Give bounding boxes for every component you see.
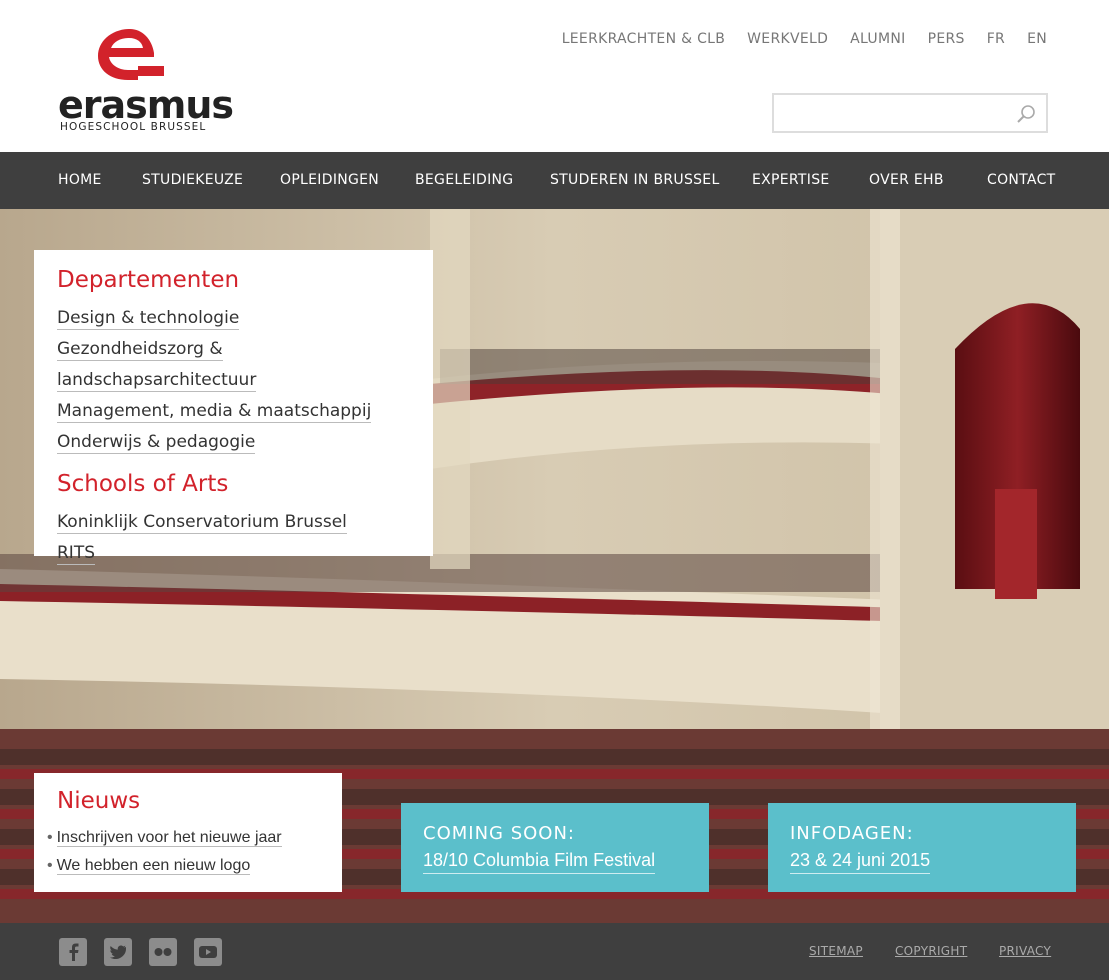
footer-link-privacy[interactable]: PRIVACY	[999, 944, 1051, 958]
news-list: • Inschrijven voor het nieuwe jaar • We he…	[47, 824, 319, 880]
logo-subtitle: HOGESCHOOL BRUSSEL	[60, 121, 207, 133]
flickr-icon[interactable]	[149, 938, 177, 966]
schools-list: Koninklijk Conservatorium Brussel RITS	[57, 507, 410, 569]
logo[interactable]: erasmus HOGESCHOOL BRUSSEL	[58, 26, 234, 134]
bullet-icon: •	[47, 857, 53, 874]
language-en-link[interactable]: EN	[1027, 31, 1047, 47]
nav-begeleiding[interactable]: BEGELEIDING	[415, 172, 513, 188]
topnav-werkveld[interactable]: WERKVELD	[747, 31, 828, 47]
list-item: Design & technologie	[57, 303, 410, 334]
school-link-rits[interactable]: RITS	[57, 543, 96, 565]
main-navigation: HOME STUDIEKEUZE OPLEIDINGEN BEGELEIDING…	[0, 152, 1109, 209]
nav-studiekeuze[interactable]: STUDIEKEUZE	[142, 172, 243, 188]
promo-infodagen[interactable]: INFODAGEN: 23 & 24 juni 2015	[768, 803, 1076, 892]
nav-opleidingen[interactable]: OPLEIDINGEN	[280, 172, 379, 188]
search-input[interactable]	[774, 95, 1004, 131]
news-panel: Nieuws • Inschrijven voor het nieuwe jaar…	[34, 773, 342, 892]
news-heading: Nieuws	[57, 788, 141, 814]
nav-studeren-in-brussel[interactable]: STUDEREN IN BRUSSEL	[550, 172, 720, 188]
topnav-alumni[interactable]: ALUMNI	[850, 31, 905, 47]
list-item: RITS	[57, 538, 410, 569]
departments-list: Design & technologie Gezondheidszorg & l…	[57, 303, 410, 458]
list-item: Gezondheidszorg & landschapsarchitectuur	[57, 334, 410, 396]
youtube-icon[interactable]	[194, 938, 222, 966]
site-header: erasmus HOGESCHOOL BRUSSEL LEERKRACHTEN …	[0, 0, 1109, 152]
promo-coming-soon[interactable]: COMING SOON: 18/10 Columbia Film Festiva…	[401, 803, 709, 892]
dept-link-design[interactable]: Design & technologie	[57, 308, 240, 330]
nav-contact[interactable]: CONTACT	[987, 172, 1056, 188]
departments-heading: Departementen	[57, 267, 240, 293]
logo-e-icon	[98, 29, 164, 80]
topnav-leerkrachten[interactable]: LEERKRACHTEN & CLB	[562, 31, 725, 47]
schools-heading: Schools of Arts	[57, 471, 229, 497]
site-footer: SITEMAP COPYRIGHT PRIVACY	[0, 923, 1109, 980]
logo-wordmark: erasmus	[58, 83, 234, 127]
list-item: • We hebben een nieuw logo	[47, 852, 319, 880]
list-item: Management, media & maatschappij	[57, 396, 410, 427]
promo-text: 18/10 Columbia Film Festival	[423, 847, 656, 874]
news-link-logo[interactable]: We hebben een nieuw logo	[56, 857, 251, 875]
list-item: Onderwijs & pedagogie	[57, 427, 410, 458]
promo-title: INFODAGEN:	[790, 823, 914, 844]
dept-link-management[interactable]: Management, media & maatschappij	[57, 401, 372, 423]
departments-panel: Departementen Design & technologie Gezon…	[34, 250, 433, 565]
facebook-icon[interactable]	[59, 938, 87, 966]
bullet-icon: •	[47, 829, 53, 846]
search-box	[772, 93, 1048, 133]
footer-link-sitemap[interactable]: SITEMAP	[809, 944, 863, 958]
nav-over-ehb[interactable]: OVER EHB	[869, 172, 944, 188]
list-item: Koninklijk Conservatorium Brussel	[57, 507, 410, 538]
dept-link-gezondheidszorg[interactable]: Gezondheidszorg & landschapsarchitectuur	[57, 339, 257, 392]
twitter-icon[interactable]	[104, 938, 132, 966]
list-item: • Inschrijven voor het nieuwe jaar	[47, 824, 319, 852]
school-link-conservatorium[interactable]: Koninklijk Conservatorium Brussel	[57, 512, 347, 534]
promo-title: COMING SOON:	[423, 823, 576, 844]
promo-text: 23 & 24 juni 2015	[790, 847, 931, 874]
dept-link-onderwijs[interactable]: Onderwijs & pedagogie	[57, 432, 256, 454]
search-icon[interactable]	[1016, 104, 1036, 124]
top-navigation: LEERKRACHTEN & CLB WERKVELD ALUMNI PERS …	[540, 31, 1047, 47]
topnav-pers[interactable]: PERS	[928, 31, 965, 47]
news-link-inschrijven[interactable]: Inschrijven voor het nieuwe jaar	[56, 829, 282, 847]
nav-expertise[interactable]: EXPERTISE	[752, 172, 830, 188]
footer-link-copyright[interactable]: COPYRIGHT	[895, 944, 967, 958]
language-fr-link[interactable]: FR	[987, 31, 1005, 47]
nav-home[interactable]: HOME	[58, 172, 102, 188]
